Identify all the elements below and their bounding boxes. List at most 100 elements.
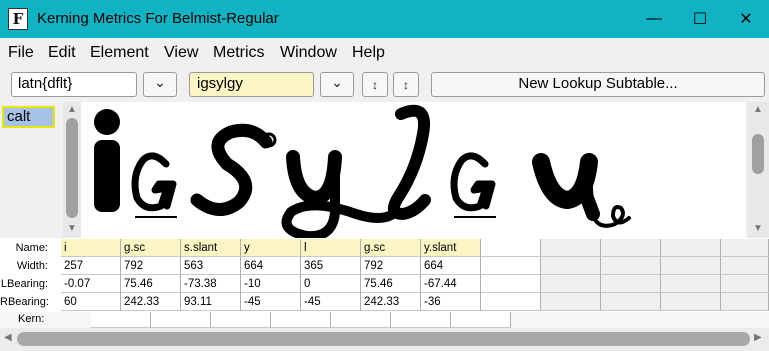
scroll-down-arrow-icon[interactable]: ▼ — [752, 224, 764, 234]
empty-cell — [601, 293, 661, 311]
script-dropdown-button[interactable]: ⌄ — [143, 72, 177, 97]
menu-help[interactable]: Help — [352, 44, 385, 62]
glyph-g-sc[interactable] — [131, 152, 177, 218]
kern-cell[interactable] — [391, 312, 451, 328]
empty-cell — [601, 275, 661, 293]
kern-cell[interactable] — [211, 312, 271, 328]
rbearing-cell[interactable]: 60 — [61, 293, 121, 311]
name-cell[interactable]: y — [241, 239, 301, 257]
glyph-preview-svg — [94, 104, 631, 238]
rbearing-cell[interactable]: 242.33 — [121, 293, 181, 311]
maximize-button[interactable]: ☐ — [677, 0, 723, 38]
kern-cell[interactable] — [331, 312, 391, 328]
feature-list-scrollbar[interactable]: ▲ ▼ — [63, 102, 81, 238]
scrollbar-thumb[interactable] — [66, 118, 78, 218]
scroll-up-arrow-icon[interactable]: ▲ — [752, 105, 764, 115]
empty-cell — [661, 257, 721, 275]
kern-cell[interactable] — [91, 312, 151, 328]
width-cell[interactable]: 792 — [121, 257, 181, 275]
lbearing-cell[interactable]: 75.46 — [121, 275, 181, 293]
rbearing-cell[interactable]: -45 — [301, 293, 361, 311]
empty-cell — [481, 257, 541, 275]
vertical-adjust-button[interactable]: ↕ — [362, 72, 388, 97]
width-cell[interactable]: 365 — [301, 257, 361, 275]
glyph-s-slant[interactable] — [190, 123, 277, 216]
scroll-up-arrow-icon[interactable]: ▲ — [66, 105, 78, 115]
new-lookup-subtable-button[interactable]: New Lookup Subtable... — [431, 72, 765, 97]
empty-cell — [541, 239, 601, 257]
menu-edit[interactable]: Edit — [48, 44, 76, 62]
toolbar: latn{dflt} ⌄ igsylgy ⌄ ↕ ↕ New Lookup Su… — [0, 68, 769, 102]
kern-cell[interactable] — [451, 312, 511, 328]
kern-row: Kern: — [0, 312, 769, 328]
menu-window[interactable]: Window — [280, 44, 337, 62]
glyph-l[interactable] — [387, 104, 431, 221]
scrollbar-thumb[interactable] — [17, 332, 750, 346]
lbearing-cell[interactable]: -0.07 — [61, 275, 121, 293]
scroll-left-arrow-icon[interactable]: ◀ — [4, 332, 12, 343]
chevron-down-icon: ⌄ — [154, 73, 166, 90]
empty-cell — [481, 239, 541, 257]
lbearing-cell[interactable]: -73.38 — [181, 275, 241, 293]
empty-cell — [661, 293, 721, 311]
glyph-g-sc-2[interactable] — [450, 152, 496, 218]
empty-cell — [601, 257, 661, 275]
chevron-down-icon: ⌄ — [331, 73, 343, 90]
close-button[interactable]: ✕ — [723, 0, 769, 38]
width-cell[interactable]: 664 — [421, 257, 481, 275]
empty-cell — [661, 275, 721, 293]
name-cell[interactable]: i — [61, 239, 121, 257]
kern-cell[interactable] — [271, 312, 331, 328]
kern-cell[interactable] — [151, 312, 211, 328]
name-cell[interactable]: y.slant — [421, 239, 481, 257]
minimize-button[interactable]: — — [631, 0, 677, 38]
horizontal-scrollbar[interactable]: ◀ ▶ — [0, 328, 769, 351]
name-cell[interactable]: l — [301, 239, 361, 257]
lbearing-cell[interactable]: -10 — [241, 275, 301, 293]
empty-cell — [721, 275, 769, 293]
lbearing-cell[interactable]: 75.46 — [361, 275, 421, 293]
menu-view[interactable]: View — [164, 44, 198, 62]
rbearing-cell[interactable]: 93.11 — [181, 293, 241, 311]
width-cell[interactable]: 792 — [361, 257, 421, 275]
width-cell[interactable]: 257 — [61, 257, 121, 275]
script-language-select[interactable]: latn{dflt} — [11, 72, 137, 97]
rbearing-cell[interactable]: 242.33 — [361, 293, 421, 311]
empty-cell — [481, 293, 541, 311]
glyph-i[interactable] — [94, 109, 120, 212]
text-dropdown-button[interactable]: ⌄ — [320, 72, 354, 97]
window-title: Kerning Metrics For Belmist-Regular — [37, 10, 279, 27]
empty-cell — [541, 275, 601, 293]
empty-cell — [541, 293, 601, 311]
kern-row-label: Kern: — [18, 313, 45, 325]
scroll-down-arrow-icon[interactable]: ▼ — [66, 224, 78, 234]
width-row-label: Width: — [0, 257, 60, 275]
name-cell[interactable]: g.sc — [361, 239, 421, 257]
scroll-right-arrow-icon[interactable]: ▶ — [754, 332, 762, 343]
scrollbar-thumb[interactable] — [752, 134, 764, 174]
menu-file[interactable]: File — [8, 44, 34, 62]
up-down-arrow-icon: ↕ — [403, 77, 409, 92]
empty-cell — [661, 239, 721, 257]
glyph-y-slant[interactable] — [532, 153, 631, 228]
up-down-arrow-icon: ↕ — [372, 77, 378, 92]
width-cell[interactable]: 664 — [241, 257, 301, 275]
rbearing-cell[interactable]: -36 — [421, 293, 481, 311]
glyph-preview-canvas[interactable] — [81, 102, 746, 238]
feature-item-calt[interactable]: calt — [2, 106, 55, 128]
title-bar: F Kerning Metrics For Belmist-Regular — … — [0, 0, 769, 38]
menu-metrics[interactable]: Metrics — [213, 44, 265, 62]
menu-element[interactable]: Element — [90, 44, 149, 62]
empty-cell — [541, 257, 601, 275]
rbearing-cell[interactable]: -45 — [241, 293, 301, 311]
lbearing-cell[interactable]: 0 — [301, 275, 361, 293]
empty-cell — [481, 275, 541, 293]
glyph-y[interactable] — [281, 150, 398, 238]
preview-scrollbar[interactable]: ▲ ▼ — [747, 102, 769, 238]
glyph-text-input[interactable]: igsylgy — [189, 72, 314, 97]
lbearing-cell[interactable]: -67.44 — [421, 275, 481, 293]
width-cell[interactable]: 563 — [181, 257, 241, 275]
name-cell[interactable]: s.slant — [181, 239, 241, 257]
horizontal-adjust-button[interactable]: ↕ — [393, 72, 419, 97]
name-cell[interactable]: g.sc — [121, 239, 181, 257]
